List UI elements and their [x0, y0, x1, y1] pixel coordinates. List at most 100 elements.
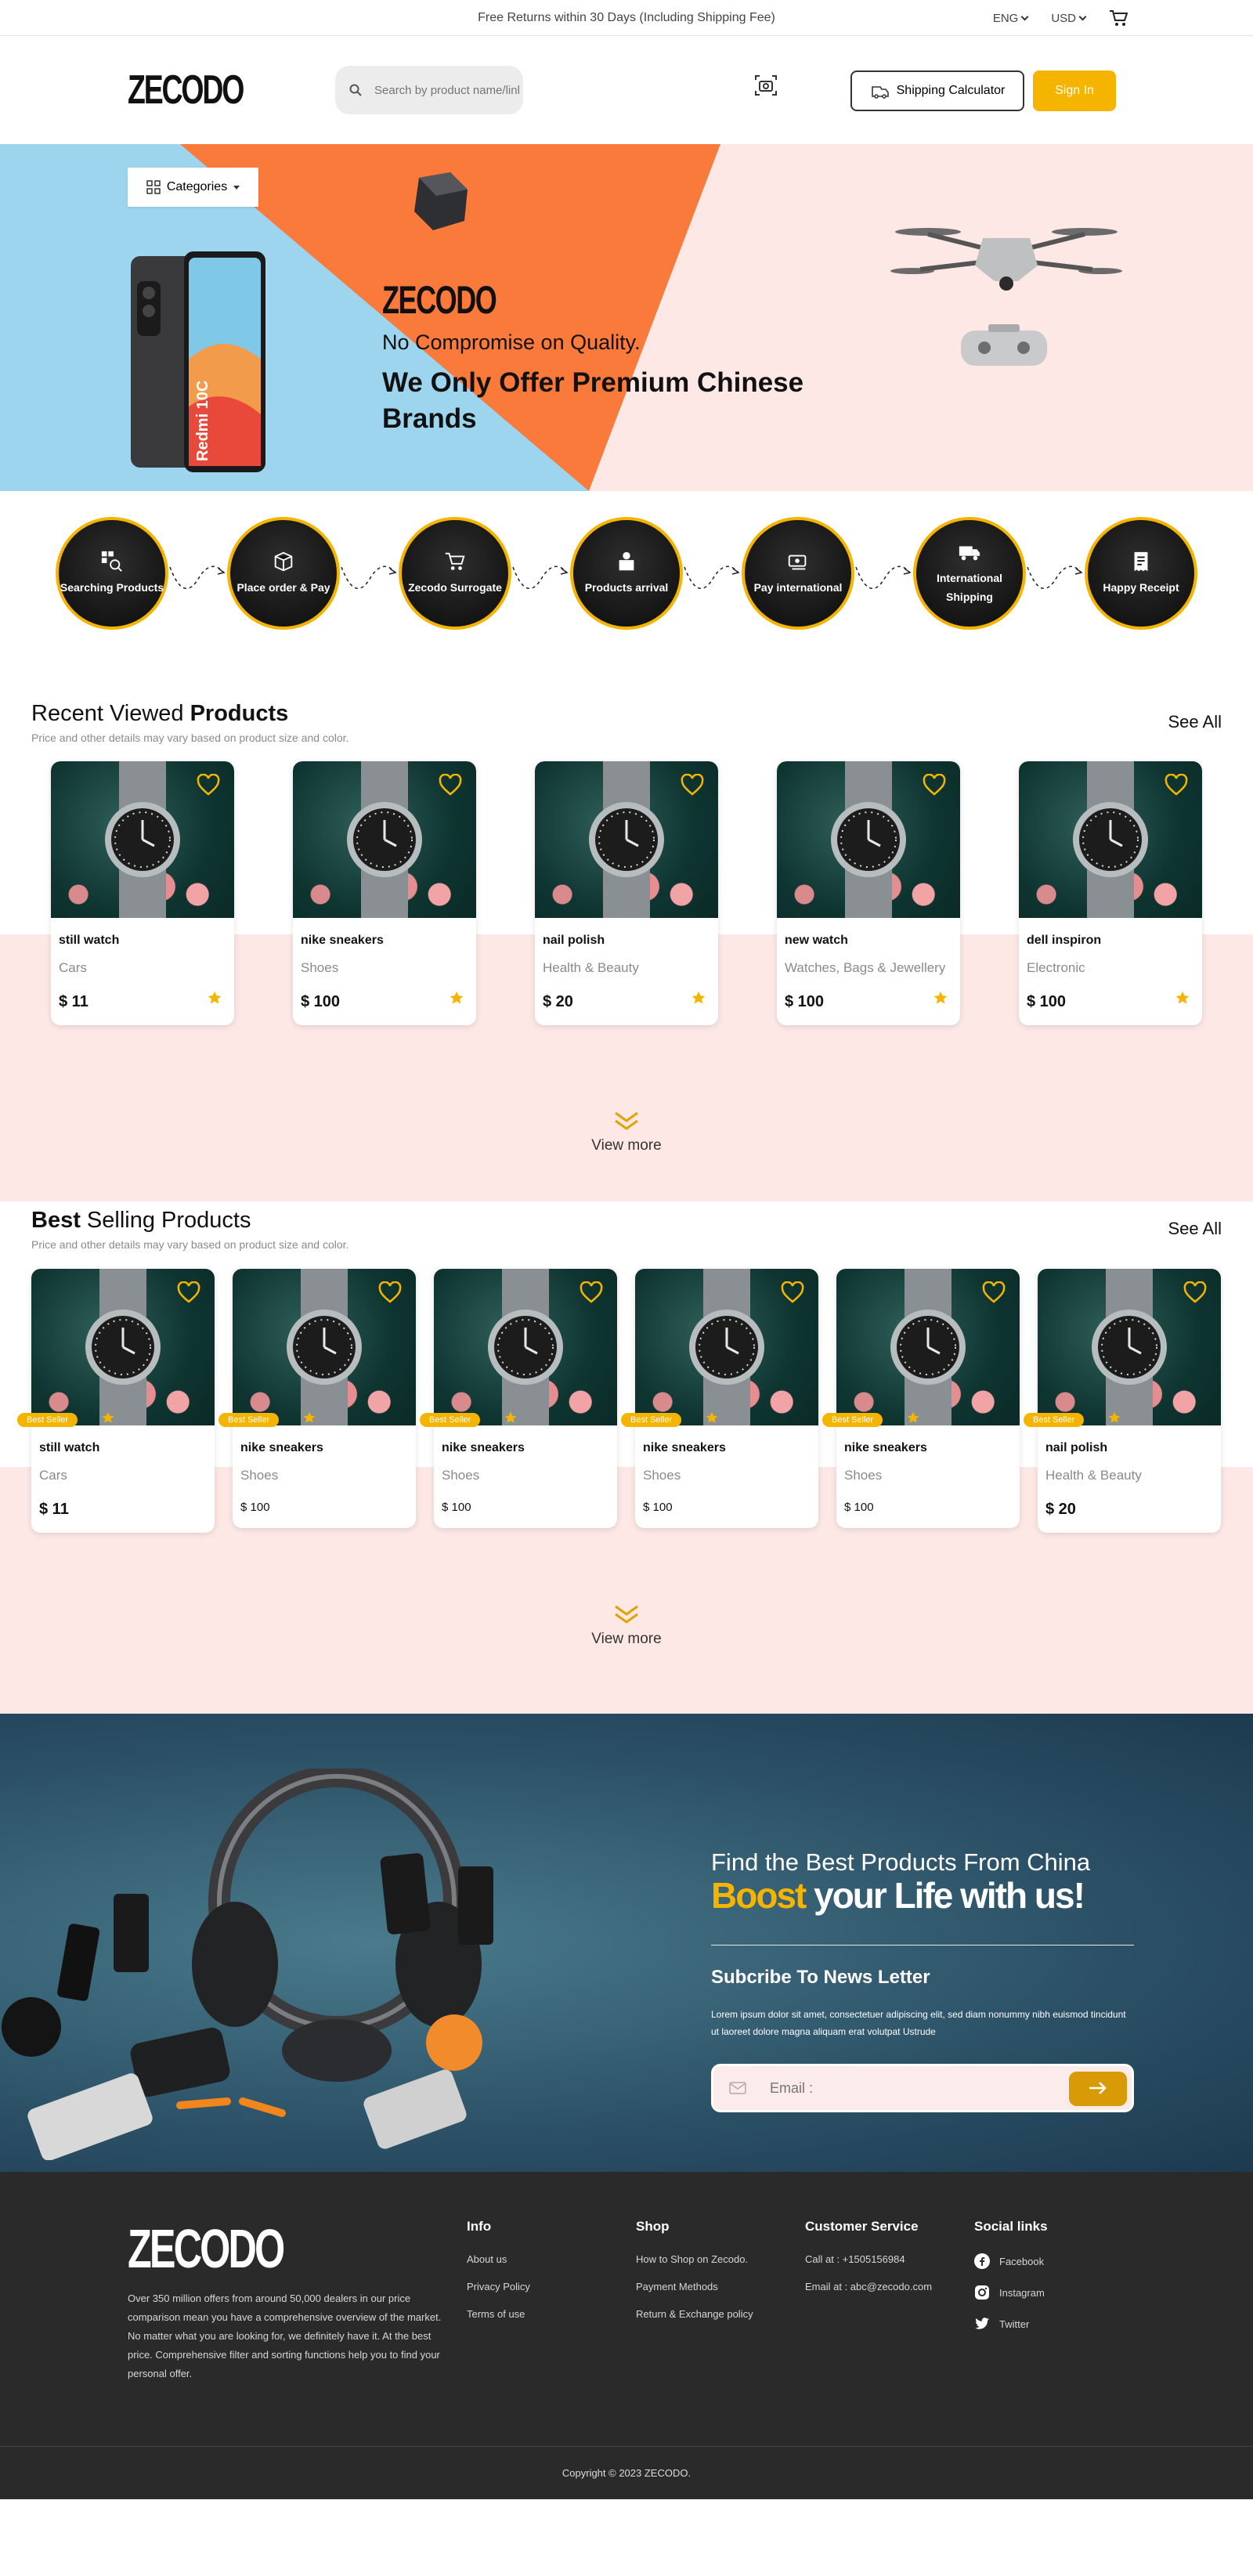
- product-card[interactable]: Best Seller nike sneakers Shoes $ 100: [420, 1269, 617, 1528]
- footer-phone[interactable]: Call at : +1505156984: [805, 2253, 932, 2265]
- newsletter-section: Find the Best Products From China Boost …: [0, 1714, 1253, 2172]
- best-selling-section: View more Best Seller still watch Cars $ 11…: [0, 1269, 1253, 1714]
- footer-column-title: Social links: [974, 2219, 1048, 2234]
- twitter-link[interactable]: Twitter: [974, 2316, 1048, 2332]
- heart-icon[interactable]: [923, 774, 946, 796]
- cart-icon[interactable]: [1109, 9, 1128, 27]
- twitter-icon: [975, 2318, 989, 2329]
- step-6: International Shipping: [913, 517, 1026, 630]
- sign-in-button[interactable]: Sign In: [1033, 70, 1116, 111]
- electronics-illustration: [2, 1769, 493, 2160]
- star-icon: [504, 1411, 517, 1423]
- product-price: $ 100: [785, 993, 825, 1010]
- instagram-link[interactable]: Instagram: [974, 2285, 1048, 2300]
- heart-icon[interactable]: [781, 1281, 804, 1303]
- product-card[interactable]: Best Seller still watch Cars $ 11: [17, 1269, 215, 1533]
- footer-service-column: Customer Service Call at : +1505156984 E…: [805, 2219, 932, 2308]
- section-title: Best Selling Products: [31, 1208, 251, 1234]
- product-card[interactable]: new watch Watches, Bags & Jewellery $ 100: [777, 761, 960, 1025]
- site-footer: ZECODO Over 350 million offers from arou…: [0, 2172, 1253, 2446]
- star-icon: [907, 1411, 919, 1423]
- announcement-text: Free Returns within 30 Days (Including S…: [478, 10, 775, 24]
- search-bar[interactable]: [335, 66, 523, 114]
- ordering-steps: Searching Products Place order & Pay Zecod…: [0, 491, 1253, 656]
- categories-button[interactable]: Categories: [128, 168, 258, 207]
- slogan-rest: your Life with us!: [805, 1875, 1085, 1916]
- heart-icon[interactable]: [1183, 1281, 1207, 1303]
- view-more-button[interactable]: View more: [0, 1111, 1253, 1154]
- step-label: International Shipping: [936, 572, 1002, 603]
- subscribe-title: Subcribe To News Letter: [711, 1967, 930, 1988]
- heart-icon[interactable]: [177, 1281, 200, 1303]
- product-card[interactable]: Best Seller nike sneakers Shoes $ 100: [621, 1269, 818, 1528]
- footer-link-returns[interactable]: Return & Exchange policy: [636, 2308, 753, 2320]
- product-image: Best Seller: [17, 1269, 215, 1427]
- product-category: Shoes: [844, 1468, 883, 1483]
- footer-link-about[interactable]: About us: [467, 2253, 530, 2265]
- footer-link-payment[interactable]: Payment Methods: [636, 2281, 753, 2292]
- product-category: Health & Beauty: [543, 960, 639, 975]
- cash-icon: [788, 555, 807, 570]
- email-input[interactable]: [770, 2079, 1052, 2097]
- product-price: $ 11: [39, 1501, 69, 1518]
- product-category: Shoes: [442, 1468, 480, 1483]
- remote-controller-image: [961, 324, 1047, 366]
- site-logo[interactable]: ZECODO: [128, 67, 244, 114]
- product-image: [535, 761, 718, 918]
- footer-link-privacy[interactable]: Privacy Policy: [467, 2281, 530, 2292]
- currency-selector[interactable]: USD: [1051, 12, 1087, 25]
- step-4: Products arrival: [570, 517, 683, 630]
- subscribe-button[interactable]: [1069, 2072, 1127, 2106]
- footer-link-terms[interactable]: Terms of use: [467, 2308, 530, 2320]
- heart-icon[interactable]: [197, 774, 220, 796]
- image-search-icon[interactable]: [753, 73, 778, 98]
- facebook-label: Facebook: [999, 2255, 1045, 2267]
- step-label: Pay international: [753, 581, 843, 594]
- shipping-calculator-button[interactable]: Shipping Calculator: [850, 70, 1024, 111]
- product-image: [777, 761, 960, 918]
- shipping-icon: [871, 86, 889, 99]
- footer-email[interactable]: Email at : abc@zecodo.com: [805, 2281, 932, 2292]
- double-chevron-down-icon: [615, 1605, 638, 1624]
- heart-icon[interactable]: [439, 774, 462, 796]
- product-price: $ 100: [1027, 993, 1067, 1010]
- heart-icon[interactable]: [378, 1281, 402, 1303]
- heart-icon[interactable]: [1165, 774, 1188, 796]
- section-subtitle: Price and other details may vary based o…: [31, 1238, 349, 1251]
- charger-image: [414, 172, 468, 230]
- product-card[interactable]: dell inspiron Electronic $ 100: [1019, 761, 1202, 1025]
- view-more-button[interactable]: View more: [0, 1604, 1253, 1648]
- facebook-link[interactable]: Facebook: [974, 2253, 1048, 2269]
- step-2: Place order & Pay: [227, 517, 340, 630]
- footer-shop-column: Shop How to Shop on Zecodo. Payment Meth…: [636, 2219, 753, 2336]
- watch-image: [287, 1269, 362, 1425]
- step-label: Zecodo Surrogate: [408, 581, 502, 594]
- step-connector: [855, 565, 912, 589]
- product-card[interactable]: still watch Cars $ 11: [51, 761, 234, 1025]
- search-input[interactable]: [374, 83, 519, 97]
- footer-link-how-to-shop[interactable]: How to Shop on Zecodo.: [636, 2253, 753, 2265]
- watch-image: [105, 761, 180, 918]
- section-title-bold: Best: [31, 1208, 81, 1233]
- see-all-link[interactable]: See All: [1168, 712, 1222, 732]
- star-icon: [208, 991, 222, 1004]
- footer-column-title: Customer Service: [805, 2219, 919, 2234]
- product-category: Shoes: [240, 1468, 279, 1483]
- product-card[interactable]: Best Seller nike sneakers Shoes $ 100: [822, 1269, 1020, 1528]
- facebook-icon: [974, 2253, 990, 2269]
- heart-icon[interactable]: [982, 1281, 1006, 1303]
- product-card[interactable]: nike sneakers Shoes $ 100: [293, 761, 476, 1025]
- view-more-label: View more: [591, 1631, 662, 1647]
- product-category: Cars: [59, 960, 87, 975]
- product-card[interactable]: nail polish Health & Beauty $ 20: [535, 761, 718, 1025]
- product-card[interactable]: Best Seller nail polish Health & Beauty $ 2…: [1024, 1269, 1221, 1533]
- heart-icon[interactable]: [681, 774, 704, 796]
- product-card[interactable]: Best Seller nike sneakers Shoes $ 100: [218, 1269, 416, 1528]
- section-title-light: Selling Products: [80, 1208, 251, 1233]
- recent-products-header: Recent Viewed Products Price and other d…: [0, 656, 1253, 761]
- hero-title: We Only Offer Premium Chinese Brands: [382, 367, 804, 434]
- see-all-link[interactable]: See All: [1168, 1219, 1222, 1239]
- language-selector[interactable]: ENG: [993, 12, 1029, 25]
- footer-logo[interactable]: ZECODO: [128, 2217, 285, 2280]
- heart-icon[interactable]: [580, 1281, 603, 1303]
